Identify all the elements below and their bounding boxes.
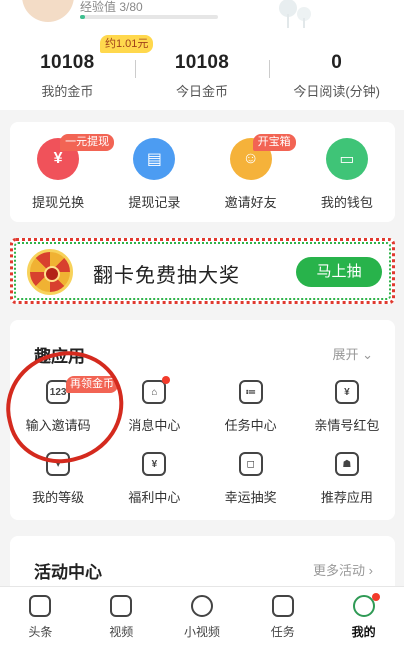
stat-value: 10108 [40,52,95,73]
tab-task-tab[interactable]: 任务 [242,587,323,648]
draw-now-button[interactable]: 马上抽 [296,257,382,287]
app-recommend-app[interactable]: ☗ 推荐应用 [299,448,395,506]
experience-bar-fill [80,15,86,19]
quick-action-label: 提现记录 [128,195,181,210]
tab-label: 我的 [351,625,376,639]
fun-apps-card: 趣应用 展开 ⌄ 123 输入邀请码 再领金币 ⌂ 消息中心 ≔ 任务中心 ¥ 亲情号红包 ▾ 我的… [10,320,395,520]
level-icon: ▾ [46,452,71,476]
stat-label: 我的金币 [41,84,94,99]
section-title: 活动中心 [34,563,102,582]
stats-row: 10108 我的金币 10108 今日金币 0 今日阅读(分钟) [0,40,404,110]
more-activities-link[interactable]: 更多活动 › [313,560,373,579]
section-title: 趣应用 [34,347,85,366]
quick-actions-card: ¥ 提现兑换 一元提现 ▤ 提现记录 ☺ 邀请好友 开宝箱 ▭ 我的钱包 [10,122,395,222]
message-icon: ⌂ [142,380,167,404]
stat-today-reading[interactable]: 0 今日阅读(分钟) [269,40,404,110]
app-label: 我的等级 [32,490,85,505]
app-level[interactable]: ▾ 我的等级 [10,448,106,506]
tab-short-video[interactable]: 小视频 [162,587,243,648]
quick-action-label: 邀请好友 [224,195,277,210]
app-label: 幸运抽奖 [224,490,277,505]
welfare-icon: ¥ [142,452,167,476]
stat-my-coins[interactable]: 10108 我的金币 [0,40,135,110]
experience-label: 经验值 3/80 [80,0,143,14]
bottom-tab-bar: 头条 视频 小视频 任务 我的 [0,586,404,648]
app-label: 福利中心 [128,490,181,505]
quick-action-label: 提现兑换 [32,195,85,210]
quick-action-label: 我的钱包 [320,195,373,210]
headline-icon [29,595,52,617]
lottery-icon: ◻ [238,452,263,476]
app-label: 输入邀请码 [25,418,91,433]
flip-card-lottery-banner[interactable]: 翻卡免费抽大奖 马上抽 [10,238,395,304]
stat-value: 10108 [174,52,230,73]
quick-action-wallet[interactable]: ▭ 我的钱包 [299,134,395,211]
app-task[interactable]: ≔ 任务中心 [203,376,299,434]
stat-label: 今日阅读(分钟) [293,84,381,99]
quick-action-friend[interactable]: ☺ 邀请好友 开宝箱 [203,134,299,211]
notification-dot [162,376,171,384]
record-icon: ▤ [133,138,176,180]
app-message[interactable]: ⌂ 消息中心 [106,376,202,434]
app-label: 任务中心 [224,418,277,433]
wallet-icon: ▭ [325,138,368,180]
tab-label: 小视频 [183,625,220,639]
recommend-app-icon: ☗ [334,452,359,476]
quick-action-record[interactable]: ▤ 提现记录 [106,134,202,211]
video-icon [110,595,133,617]
app-family-redpacket[interactable]: ¥ 亲情号红包 [299,376,395,434]
app-label: 推荐应用 [320,490,373,505]
profile-header: 经验值 3/80 约1.01元 10108 我的金币 10108 今日金币 0 … [0,0,404,110]
task-icon: ≔ [238,380,263,404]
tab-label: 视频 [109,625,134,639]
tab-profile[interactable]: 我的 [323,587,404,648]
prize-wheel-icon [27,249,73,295]
experience-bar [80,15,218,19]
notification-dot [371,593,380,601]
tab-video[interactable]: 视频 [81,587,162,648]
promo-badge: 开宝箱 [252,134,296,151]
banner-title: 翻卡免费抽大奖 [93,265,240,287]
task-tab-icon [271,595,294,617]
quick-action-yen[interactable]: ¥ 提现兑换 一元提现 [10,134,115,211]
family-redpacket-icon: ¥ [334,380,359,404]
avatar[interactable] [22,0,74,22]
tab-label: 任务 [270,625,295,639]
app-label: 消息中心 [128,418,181,433]
tree-decoration-icon [279,0,311,28]
stat-label: 今日金币 [176,84,229,99]
stat-today-coins[interactable]: 10108 今日金币 [134,40,270,110]
tab-label: 头条 [28,625,53,639]
app-lottery[interactable]: ◻ 幸运抽奖 [203,448,299,506]
short-video-icon [190,595,213,617]
expand-button[interactable]: 展开 ⌄ [332,344,373,363]
app-welfare[interactable]: ¥ 福利中心 [106,448,202,506]
app-label: 亲情号红包 [314,418,380,433]
tab-headline[interactable]: 头条 [0,587,81,648]
stat-value: 0 [331,52,343,73]
app-invite-code[interactable]: 123 输入邀请码 再领金币 [10,376,118,434]
